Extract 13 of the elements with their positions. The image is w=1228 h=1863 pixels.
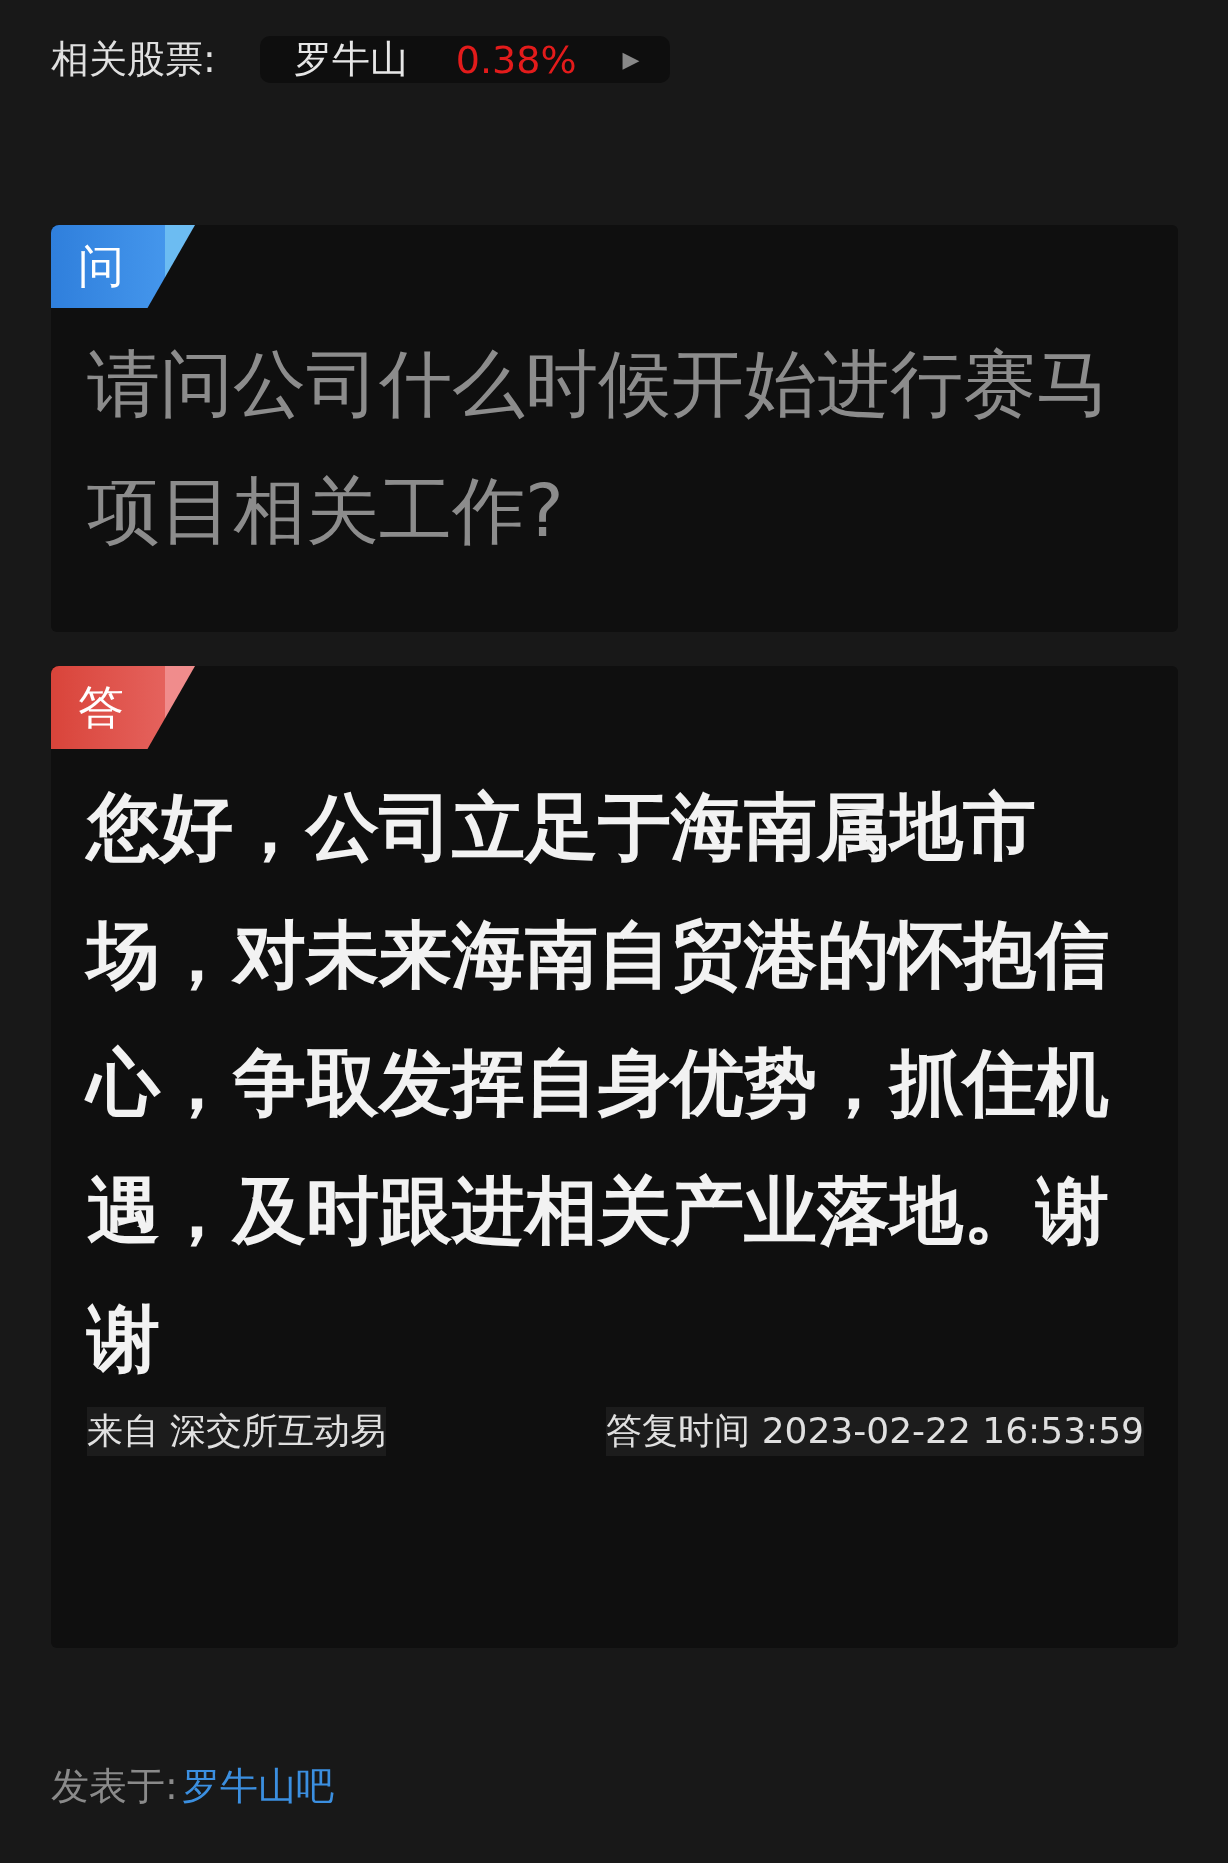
answer-source: 来自 深交所互动易 [87, 1407, 387, 1456]
stock-chip[interactable]: 罗牛山 0.38% ▶ [259, 36, 670, 83]
stock-change: 0.38% [455, 37, 577, 82]
answer-badge: 答 [51, 666, 195, 749]
forum-link[interactable]: 罗牛山吧 [181, 1761, 334, 1812]
stock-name: 罗牛山 [293, 36, 408, 83]
answer-text: 您好，公司立足于海南属地市场，对未来海南自贸港的怀抱信心，争取发挥自身优势，抓住机遇，及时跟进相关产业落地。谢谢 [51, 749, 1178, 1403]
posted-in-label: 发表于: [51, 1763, 178, 1810]
arrow-icon: ▶ [622, 47, 640, 72]
related-stocks-label: 相关股票: [51, 36, 216, 83]
reply-time: 答复时间 2023-02-22 16:53:59 [606, 1407, 1144, 1456]
question-badge: 问 [51, 225, 195, 308]
question-text: 请问公司什么时候开始进行赛马项目相关工作? [86, 340, 1110, 555]
